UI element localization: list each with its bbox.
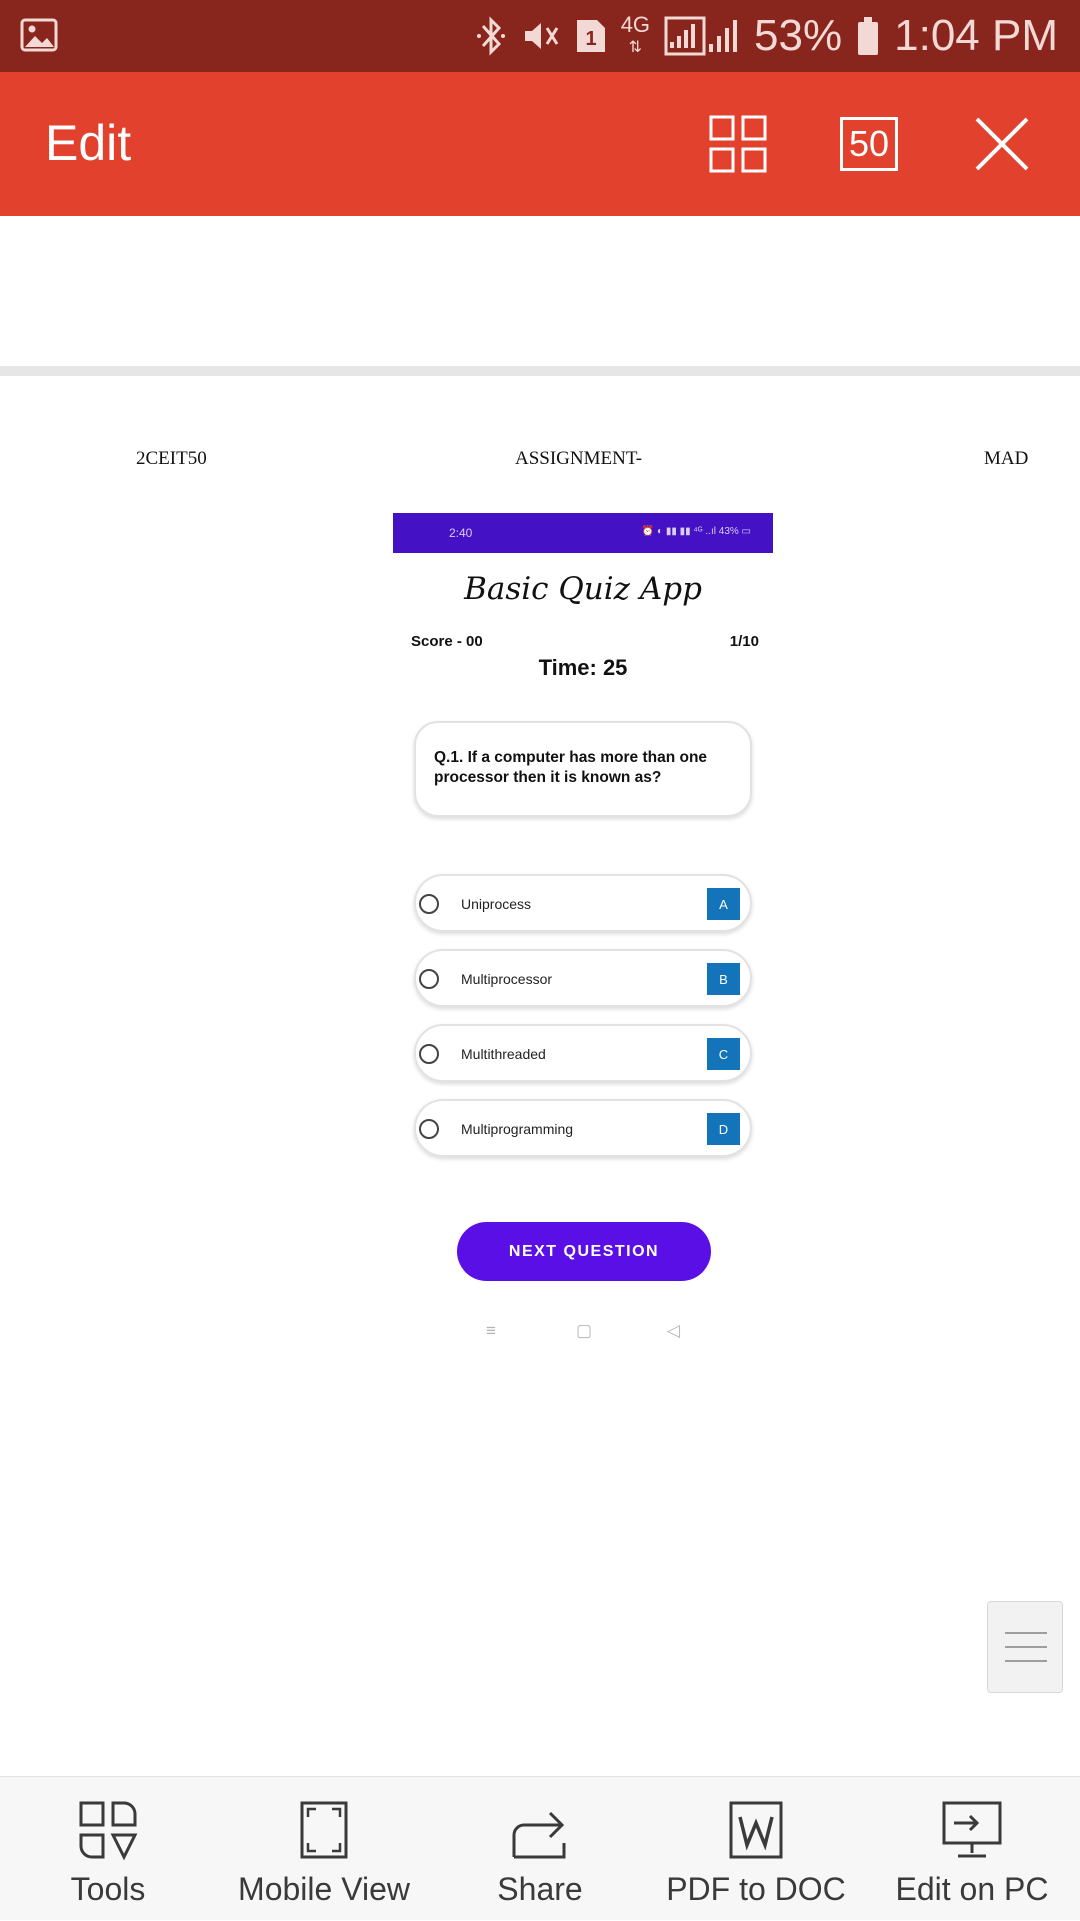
- option-label: Uniprocess: [461, 896, 532, 912]
- mute-icon: [521, 16, 561, 56]
- menu-nav-icon: ≡: [486, 1321, 496, 1340]
- radio-icon: [419, 969, 439, 989]
- signal-icon: [664, 16, 740, 56]
- mobile-view-label: Mobile View: [238, 1871, 410, 1907]
- sim-badge: 1: [585, 28, 596, 50]
- next-question-button: NEXT QUESTION: [457, 1222, 711, 1281]
- option-c: Multithreaded C: [414, 1024, 752, 1082]
- question-progress: 1/10: [729, 633, 759, 650]
- pdf-to-doc-label: PDF to DOC: [666, 1871, 846, 1907]
- page-number: 50: [840, 117, 898, 171]
- bottom-toolbar: Tools Mobile View Share PDF to DOC Edit …: [0, 1776, 1080, 1920]
- radio-icon: [419, 1044, 439, 1064]
- option-d: Multiprogramming D: [414, 1099, 752, 1157]
- sim-icon: 1: [575, 18, 607, 54]
- handle-line: [1005, 1646, 1047, 1648]
- back-nav-icon: ◁: [667, 1321, 681, 1340]
- pdf-to-doc-button[interactable]: PDF to DOC: [648, 1777, 864, 1921]
- status-bar: 1 4G ⇅ 53% 1:04 PM: [0, 0, 1080, 72]
- edit-on-pc-label: Edit on PC: [895, 1871, 1049, 1907]
- doc-header-left: 2CEIT50: [136, 448, 207, 469]
- option-label: Multithreaded: [461, 1046, 546, 1062]
- option-key: B: [707, 963, 740, 995]
- doc-header-right: MAD: [984, 448, 1029, 469]
- gallery-icon: [20, 16, 58, 59]
- share-icon: [432, 1799, 648, 1861]
- question-card: Q.1. If a computer has more than one pro…: [414, 721, 752, 817]
- option-b: Multiprocessor B: [414, 949, 752, 1007]
- tools-button[interactable]: Tools: [0, 1777, 216, 1921]
- radio-icon: [419, 1119, 439, 1139]
- handle-line: [1005, 1632, 1047, 1634]
- pages-grid-icon: [709, 115, 767, 173]
- handle-line: [1005, 1660, 1047, 1662]
- pdf-to-doc-icon: [648, 1799, 864, 1861]
- option-label: Multiprogramming: [461, 1121, 574, 1137]
- network-label: 4G: [620, 11, 651, 37]
- quiz-status-time: 2:40: [449, 526, 473, 540]
- app-bar: Edit 50: [0, 72, 1080, 216]
- option-label: Multiprocessor: [461, 971, 553, 987]
- share-label: Share: [497, 1871, 583, 1907]
- battery-percent: 53%: [754, 11, 843, 60]
- mobile-view-icon: [216, 1799, 432, 1861]
- doc-header-center: ASSIGNMENT-: [515, 448, 643, 469]
- bluetooth-icon: [475, 16, 507, 56]
- previous-page-bottom: [0, 216, 1080, 366]
- option-key: A: [707, 888, 740, 920]
- close-icon: [975, 117, 1029, 171]
- embedded-quiz-screenshot: 2:40 ⏰ ◐ ▮▮ ▮▮ ⁴ᴳ ..ıl 43% ▭ Basic Quiz …: [393, 513, 773, 1353]
- score-label: Score - 00: [411, 633, 483, 650]
- radio-icon: [419, 894, 439, 914]
- quiz-status-bar: 2:40 ⏰ ◐ ▮▮ ▮▮ ⁴ᴳ ..ıl 43% ▭: [393, 513, 773, 553]
- page-divider: [0, 366, 1080, 376]
- mobile-view-button[interactable]: Mobile View: [216, 1777, 432, 1921]
- battery-icon: [856, 16, 880, 56]
- option-a: Uniprocess A: [414, 874, 752, 932]
- page-number-button[interactable]: 50: [837, 112, 901, 176]
- home-nav-icon: ▢: [576, 1321, 593, 1340]
- network-type: 4G ⇅: [620, 11, 651, 56]
- share-button[interactable]: Share: [432, 1777, 648, 1921]
- quiz-status-icons: ⏰ ◐ ▮▮ ▮▮ ⁴ᴳ ..ıl 43% ▭: [641, 526, 751, 537]
- edit-on-pc-button[interactable]: Edit on PC: [864, 1777, 1080, 1921]
- clock: 1:04 PM: [894, 11, 1058, 60]
- quiz-title: Basic Quiz App: [464, 571, 702, 607]
- close-button[interactable]: [970, 112, 1034, 176]
- app-bar-title: Edit: [45, 115, 132, 171]
- option-key: C: [707, 1038, 740, 1070]
- pages-grid-button[interactable]: [706, 112, 770, 176]
- edit-on-pc-icon: [864, 1799, 1080, 1861]
- tools-label: Tools: [70, 1871, 146, 1907]
- timer-label: Time: 25: [538, 655, 628, 680]
- scroll-handle[interactable]: [987, 1601, 1063, 1693]
- tools-icon: [0, 1799, 216, 1861]
- option-key: D: [707, 1113, 740, 1145]
